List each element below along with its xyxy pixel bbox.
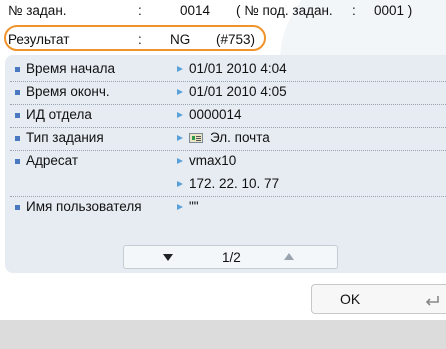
arrow-down-icon [163, 254, 173, 261]
arrow-right-icon [177, 66, 183, 72]
bullet-icon [15, 136, 20, 141]
end-time-label: Время оконч. [26, 84, 110, 99]
result-value: NG [170, 32, 191, 47]
page-up-button[interactable] [254, 246, 324, 268]
arrow-right-icon [177, 112, 183, 118]
start-time-label: Время начала [26, 61, 115, 76]
bullet-icon [15, 113, 20, 118]
detail-row-job-type: Тип задания Эл. почта [10, 127, 446, 151]
ok-button-label: OK [340, 291, 361, 307]
page-indicator: 1/2 [222, 250, 241, 265]
pager: 1/2 [123, 245, 338, 269]
job-number-value: 0014 [180, 3, 211, 18]
end-time-value: 01/01 2010 4:05 [189, 84, 287, 99]
job-type-label: Тип задания [26, 130, 104, 145]
recipient-value: vmax10 [189, 153, 237, 168]
detail-row-recipient: Адресат vmax10 172. 22. 10. 77 [10, 150, 446, 197]
detail-row-end-time: Время оконч. 01/01 2010 4:05 [10, 81, 446, 105]
arrow-right-icon [177, 181, 183, 187]
arrow-right-icon [177, 204, 183, 210]
result-label: Результат [8, 32, 70, 47]
enter-key-icon [425, 296, 439, 306]
detail-row-user-name: Имя пользователя "" [10, 196, 446, 219]
detail-row-start-time: Время начала 01/01 2010 4:04 [10, 58, 446, 82]
page-down-button[interactable] [134, 246, 204, 268]
arrow-up-icon [284, 253, 294, 260]
email-icon [189, 133, 203, 143]
arrow-right-icon [177, 158, 183, 164]
department-id-label: ИД отдела [26, 107, 92, 122]
sub-job-value: 0001 ) [374, 3, 413, 18]
arrow-right-icon [177, 135, 183, 141]
ok-button[interactable]: OK [311, 284, 446, 314]
recipient-address-value: 172. 22. 10. 77 [189, 176, 280, 191]
job-number-colon: : [138, 3, 142, 18]
result-colon: : [138, 32, 142, 47]
start-time-value: 01/01 2010 4:04 [189, 61, 287, 76]
job-number-label: № задан. [8, 3, 67, 18]
user-name-label: Имя пользователя [26, 199, 142, 214]
detail-row-department-id: ИД отдела 0000014 [10, 104, 446, 128]
job-type-value: Эл. почта [210, 130, 270, 145]
sub-job-colon: : [352, 3, 356, 18]
arrow-right-icon [177, 89, 183, 95]
bullet-icon [15, 90, 20, 95]
bullet-icon [15, 67, 20, 72]
recipient-label: Адресат [26, 153, 79, 168]
sub-job-label: ( № под. задан. [236, 3, 333, 18]
user-name-value: "" [189, 199, 199, 214]
job-details-panel: Время начала 01/01 2010 4:04 Время оконч… [5, 55, 446, 273]
status-bar [0, 320, 446, 349]
bullet-icon [15, 159, 20, 164]
department-id-value: 0000014 [189, 107, 242, 122]
result-error-code: (#753) [216, 32, 256, 47]
bullet-icon [15, 205, 20, 210]
